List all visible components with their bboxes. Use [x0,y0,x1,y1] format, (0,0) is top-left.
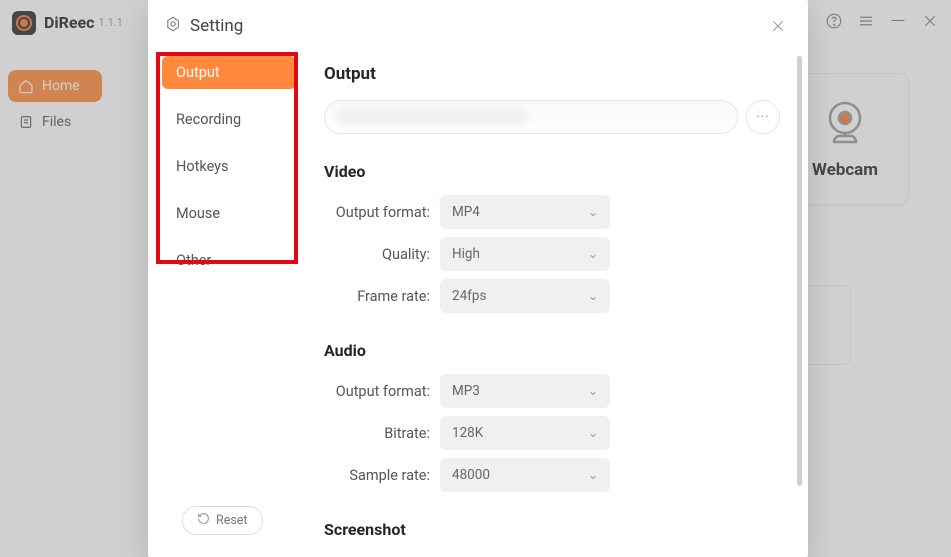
chevron-down-icon: ⌄ [588,426,598,440]
nav-item-other[interactable]: Other [162,244,296,277]
video-quality-label: Quality: [324,246,440,263]
video-quality-row: Quality: High ⌄ [324,237,780,271]
section-screenshot: Screenshot [324,520,780,539]
audio-format-select[interactable]: MP3 ⌄ [440,374,610,408]
chevron-down-icon: ⌄ [588,384,598,398]
chevron-down-icon: ⌄ [588,205,598,219]
nav-item-mouse[interactable]: Mouse [162,197,296,230]
audio-sample-row: Sample rate: 48000 ⌄ [324,458,780,492]
modal-title: Setting [190,16,243,36]
scrollbar[interactable] [797,56,802,486]
chevron-down-icon: ⌄ [588,247,598,261]
audio-bitrate-select[interactable]: 128K ⌄ [440,416,610,450]
nav-item-hotkeys[interactable]: Hotkeys [162,150,296,183]
section-audio: Audio [324,341,780,360]
select-value: MP4 [452,204,480,220]
settings-content: Output ··· Video Output format: MP4 ⌄ Qu… [308,46,808,557]
video-fps-select[interactable]: 24fps ⌄ [440,279,610,313]
video-format-row: Output format: MP4 ⌄ [324,195,780,229]
nav-item-recording[interactable]: Recording [162,103,296,136]
section-output: Output [324,64,780,84]
select-value: High [452,246,480,262]
audio-format-label: Output format: [324,383,440,400]
modal-body: Output Recording Hotkeys Mouse Other Res… [148,46,808,557]
video-fps-label: Frame rate: [324,288,440,305]
close-icon[interactable] [766,14,790,38]
reset-button[interactable]: Reset [182,506,263,535]
reset-label: Reset [216,513,248,528]
select-value: MP3 [452,383,480,399]
select-value: 48000 [452,467,490,483]
chevron-down-icon: ⌄ [588,468,598,482]
settings-icon [164,15,182,37]
chevron-down-icon: ⌄ [588,289,598,303]
modal-header: Setting [148,0,808,46]
audio-format-row: Output format: MP3 ⌄ [324,374,780,408]
video-fps-row: Frame rate: 24fps ⌄ [324,279,780,313]
audio-bitrate-row: Bitrate: 128K ⌄ [324,416,780,450]
settings-modal: Setting Output Recording Hotkeys Mouse O… [148,0,808,557]
section-video: Video [324,162,780,181]
video-quality-select[interactable]: High ⌄ [440,237,610,271]
audio-bitrate-label: Bitrate: [324,425,440,442]
audio-sample-select[interactable]: 48000 ⌄ [440,458,610,492]
settings-nav: Output Recording Hotkeys Mouse Other Res… [148,46,308,557]
nav-item-output[interactable]: Output [162,56,296,89]
reset-icon [197,512,210,529]
video-format-label: Output format: [324,204,440,221]
content-scroll[interactable]: Output ··· Video Output format: MP4 ⌄ Qu… [324,56,790,557]
output-path-input[interactable] [324,100,738,134]
audio-sample-label: Sample rate: [324,467,440,484]
select-value: 24fps [452,288,486,304]
reset-wrap: Reset [182,506,263,535]
output-path-row: ··· [324,100,780,134]
select-value: 128K [452,425,483,441]
video-format-select[interactable]: MP4 ⌄ [440,195,610,229]
output-path-browse-button[interactable]: ··· [746,100,780,134]
